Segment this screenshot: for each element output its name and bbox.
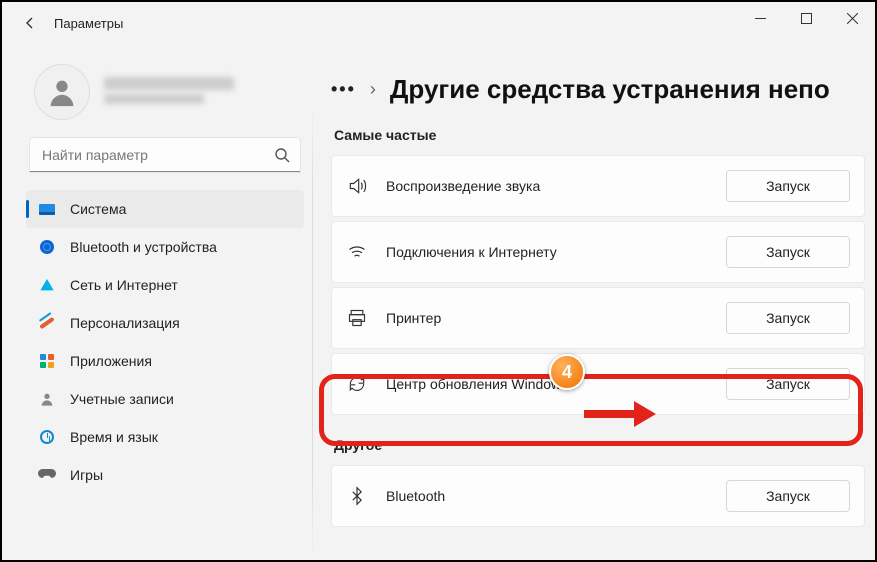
troubleshooter-audio[interactable]: Воспроизведение звука Запуск — [331, 155, 865, 217]
troubleshooter-windows-update[interactable]: Центр обновления Windows Запуск — [331, 353, 865, 415]
section-heading-frequent: Самые частые — [334, 127, 875, 143]
titlebar: Параметры — [2, 2, 875, 44]
person-icon — [45, 75, 79, 109]
sidebar-item-personalization[interactable]: Персонализация — [26, 304, 304, 342]
breadcrumb-more[interactable]: ••• — [331, 79, 356, 100]
section-heading-other: Другое — [334, 437, 875, 453]
close-button[interactable] — [829, 2, 875, 34]
bluetooth-icon — [346, 486, 368, 506]
bluetooth-icon — [38, 238, 56, 256]
sidebar-item-label: Bluetooth и устройства — [70, 239, 217, 255]
nav-list: Система Bluetooth и устройства Сеть и Ин… — [26, 190, 304, 494]
sidebar-item-time-lang[interactable]: Время и язык — [26, 418, 304, 456]
search-box — [30, 138, 300, 172]
update-icon — [346, 374, 368, 394]
troubleshooter-label: Воспроизведение звука — [386, 178, 708, 194]
sidebar-item-label: Сеть и Интернет — [70, 277, 178, 293]
printer-icon — [346, 308, 368, 328]
speaker-icon — [346, 176, 368, 196]
arrow-left-icon — [22, 15, 38, 31]
run-button[interactable]: Запуск — [726, 480, 850, 512]
profile-block[interactable] — [26, 52, 304, 138]
back-button[interactable] — [12, 5, 48, 41]
sidebar-item-label: Учетные записи — [70, 391, 174, 407]
account-icon — [38, 390, 56, 408]
sidebar-item-label: Система — [70, 201, 126, 217]
run-button[interactable]: Запуск — [726, 170, 850, 202]
troubleshooter-bluetooth[interactable]: Bluetooth Запуск — [331, 465, 865, 527]
display-icon — [38, 200, 56, 218]
troubleshooter-label: Подключения к Интернету — [386, 244, 708, 260]
chevron-right-icon: › — [370, 79, 376, 100]
troubleshooter-printer[interactable]: Принтер Запуск — [331, 287, 865, 349]
sidebar-item-bluetooth[interactable]: Bluetooth и устройства — [26, 228, 304, 266]
run-button[interactable]: Запуск — [726, 368, 850, 400]
search-input[interactable] — [30, 138, 300, 172]
sidebar: Система Bluetooth и устройства Сеть и Ин… — [2, 44, 312, 560]
profile-text — [104, 77, 300, 108]
sidebar-item-label: Персонализация — [70, 315, 180, 331]
run-button[interactable]: Запуск — [726, 302, 850, 334]
sidebar-item-network[interactable]: Сеть и Интернет — [26, 266, 304, 304]
breadcrumb: ••• › Другие средства устранения непо — [331, 74, 875, 105]
window-title: Параметры — [54, 16, 123, 31]
sidebar-item-label: Время и язык — [70, 429, 158, 445]
apps-icon — [38, 352, 56, 370]
troubleshooter-internet[interactable]: Подключения к Интернету Запуск — [331, 221, 865, 283]
troubleshooter-label: Центр обновления Windows — [386, 376, 708, 392]
sidebar-item-accounts[interactable]: Учетные записи — [26, 380, 304, 418]
troubleshooter-label: Принтер — [386, 310, 708, 326]
brush-icon — [38, 314, 56, 332]
page-title: Другие средства устранения непо — [390, 74, 830, 105]
wifi-icon — [38, 276, 56, 294]
run-button[interactable]: Запуск — [726, 236, 850, 268]
wifi-icon — [346, 242, 368, 262]
content-area: ••• › Другие средства устранения непо Са… — [317, 44, 875, 560]
gamepad-icon — [38, 466, 56, 484]
sidebar-item-label: Приложения — [70, 353, 152, 369]
avatar — [34, 64, 90, 120]
clock-icon — [38, 428, 56, 446]
separator — [312, 104, 313, 560]
search-icon — [274, 147, 290, 163]
sidebar-item-gaming[interactable]: Игры — [26, 456, 304, 494]
maximize-button[interactable] — [783, 2, 829, 34]
sidebar-item-system[interactable]: Система — [26, 190, 304, 228]
minimize-button[interactable] — [737, 2, 783, 34]
troubleshooter-label: Bluetooth — [386, 488, 708, 504]
sidebar-item-apps[interactable]: Приложения — [26, 342, 304, 380]
sidebar-item-label: Игры — [70, 467, 103, 483]
